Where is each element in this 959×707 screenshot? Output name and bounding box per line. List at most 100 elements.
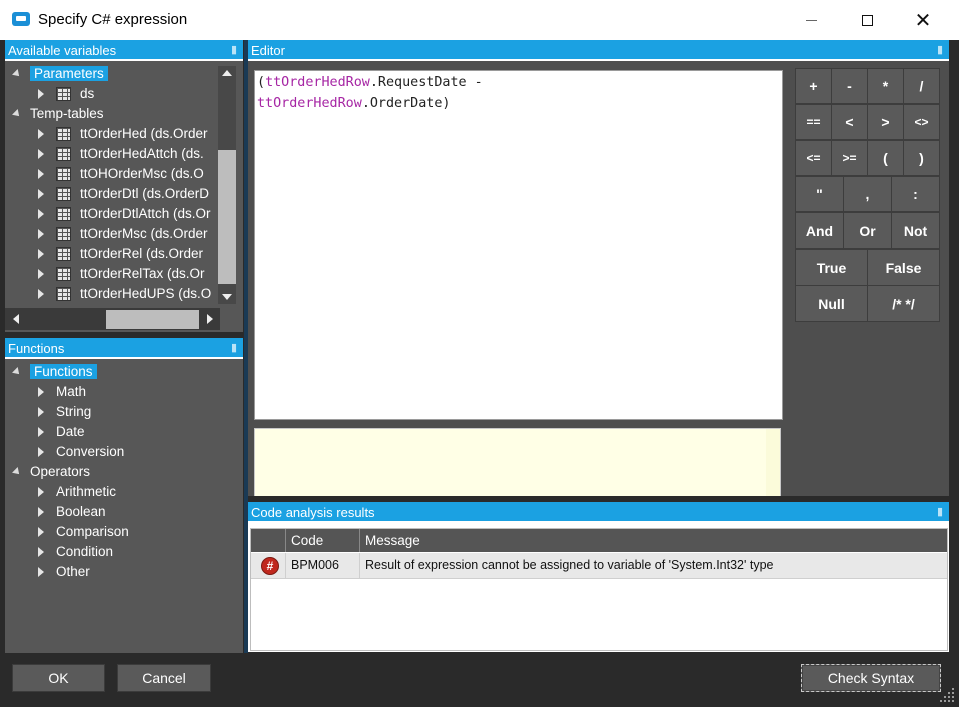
- tree-node-temp-table[interactable]: ttOrderMsc (ds.Order: [38, 224, 208, 244]
- not-button[interactable]: Not: [891, 212, 940, 249]
- tree-node-temp-table[interactable]: ttOrderRelTax (ds.Or: [38, 264, 205, 284]
- expanded-icon: [12, 467, 22, 478]
- expanded-icon: [12, 109, 22, 120]
- tree-node-other[interactable]: Other: [38, 562, 90, 582]
- code-token: (: [257, 75, 266, 90]
- functions-title: Functions: [8, 341, 65, 356]
- tree-node-label: String: [56, 404, 92, 419]
- less-than-button[interactable]: <: [831, 104, 868, 140]
- resize-grip-icon[interactable]: [940, 688, 956, 704]
- minus-button[interactable]: -: [831, 68, 868, 104]
- tree-node-arithmetic[interactable]: Arithmetic: [38, 482, 116, 502]
- pin-icon[interactable]: ▮: [937, 40, 943, 61]
- tree-node-string[interactable]: String: [38, 402, 91, 422]
- code-analysis-title: Code analysis results: [251, 505, 375, 520]
- greater-or-equal-button[interactable]: >=: [831, 140, 868, 176]
- greater-than-button[interactable]: >: [867, 104, 904, 140]
- pin-icon[interactable]: ▮: [231, 40, 237, 61]
- less-or-equal-button[interactable]: <=: [795, 140, 832, 176]
- false-button[interactable]: False: [867, 249, 940, 286]
- equals-button[interactable]: ==: [795, 104, 832, 140]
- comment-button[interactable]: /* */: [867, 285, 940, 322]
- maximize-button[interactable]: [839, 0, 895, 40]
- open-paren-button[interactable]: (: [867, 140, 904, 176]
- close-paren-button[interactable]: ): [903, 140, 940, 176]
- functions-panel: Functions ▮ Functions Math String Date C…: [5, 338, 243, 653]
- expanded-icon: [12, 367, 22, 378]
- collapsed-icon: [38, 129, 44, 140]
- scroll-right-icon[interactable]: [207, 314, 213, 324]
- tree-node-label: Math: [56, 384, 87, 399]
- table-icon: [56, 147, 71, 162]
- tree-node-temp-table[interactable]: ttOrderDtlAttch (ds.Or: [38, 204, 211, 224]
- null-button[interactable]: Null: [795, 285, 868, 322]
- tree-node-math[interactable]: Math: [38, 382, 86, 402]
- multiply-button[interactable]: *: [867, 68, 904, 104]
- tree-node-label: Date: [56, 424, 85, 439]
- quote-button[interactable]: ": [795, 176, 844, 212]
- horizontal-scrollbar-thumb[interactable]: [106, 310, 199, 329]
- tree-node-label: ttOrderRelTax (ds.Or: [80, 266, 205, 281]
- scroll-left-icon[interactable]: [13, 314, 19, 324]
- available-variables-panel: Available variables ▮ Parameters ds Temp…: [5, 40, 243, 332]
- cancel-button[interactable]: Cancel: [117, 664, 211, 692]
- ok-button[interactable]: OK: [12, 664, 105, 692]
- colon-button[interactable]: :: [891, 176, 940, 212]
- tree-node-date[interactable]: Date: [38, 422, 85, 442]
- tree-node-temp-table[interactable]: ttOrderRel (ds.Order: [38, 244, 203, 264]
- tree-node-condition[interactable]: Condition: [38, 542, 113, 562]
- tree-node-operators[interactable]: Operators: [12, 462, 90, 482]
- pin-icon[interactable]: ▮: [937, 502, 943, 523]
- pin-icon[interactable]: ▮: [231, 338, 237, 359]
- collapsed-icon: [38, 547, 44, 558]
- table-icon: [56, 247, 71, 262]
- column-header-code[interactable]: Code: [285, 529, 359, 552]
- column-header-message[interactable]: Message: [359, 529, 947, 552]
- tree-node-ds[interactable]: ds: [38, 84, 94, 104]
- code-line-1: (ttOrderHedRow.RequestDate -: [257, 72, 780, 93]
- tree-node-functions[interactable]: Functions: [12, 362, 97, 382]
- code-token: .OrderDate): [361, 96, 451, 111]
- table-row[interactable]: # BPM006 Result of expression cannot be …: [251, 553, 947, 579]
- tree-node-parameters[interactable]: Parameters: [12, 64, 108, 84]
- expression-editor[interactable]: (ttOrderHedRow.RequestDate - ttOrderHedR…: [254, 70, 783, 420]
- plus-button[interactable]: +: [795, 68, 832, 104]
- collapsed-icon: [38, 249, 44, 260]
- collapsed-icon: [38, 169, 44, 180]
- and-button[interactable]: And: [795, 212, 844, 249]
- table-icon: [56, 87, 71, 102]
- code-analysis-header: Code analysis results ▮: [248, 502, 949, 523]
- tree-node-boolean[interactable]: Boolean: [38, 502, 106, 522]
- tree-node-temp-table[interactable]: ttOrderHed (ds.Order: [38, 124, 208, 144]
- minimize-button[interactable]: [783, 0, 839, 40]
- collapsed-icon: [38, 487, 44, 498]
- collapsed-icon: [38, 427, 44, 438]
- code-identifier: ttOrderHedRow: [257, 96, 362, 111]
- collapsed-icon: [38, 149, 44, 160]
- editor-title: Editor: [251, 43, 285, 58]
- tree-node-temp-table[interactable]: ttOrderHedAttch (ds.: [38, 144, 204, 164]
- tree-node-temp-table[interactable]: ttOrderHedUPS (ds.O: [38, 284, 211, 304]
- comma-button[interactable]: ,: [843, 176, 892, 212]
- not-equal-button[interactable]: <>: [903, 104, 940, 140]
- result-message: Result of expression cannot be assigned …: [359, 553, 947, 579]
- collapsed-icon: [38, 89, 44, 100]
- check-syntax-button[interactable]: Check Syntax: [801, 664, 941, 692]
- tree-node-temp-tables[interactable]: Temp-tables: [12, 104, 104, 124]
- true-button[interactable]: True: [795, 249, 868, 286]
- scroll-down-icon[interactable]: [222, 294, 232, 300]
- maximize-icon: [861, 14, 873, 26]
- scroll-up-icon[interactable]: [222, 70, 232, 76]
- tree-node-comparison[interactable]: Comparison: [38, 522, 129, 542]
- divide-button[interactable]: /: [903, 68, 940, 104]
- result-code: BPM006: [285, 553, 359, 579]
- close-button[interactable]: ✕: [895, 0, 951, 40]
- table-icon: [56, 267, 71, 282]
- tree-node-conversion[interactable]: Conversion: [38, 442, 124, 462]
- tree-node-temp-table[interactable]: ttOrderDtl (ds.OrderD: [38, 184, 209, 204]
- vertical-scrollbar-thumb[interactable]: [218, 150, 236, 284]
- tree-node-temp-table[interactable]: ttOHOrderMsc (ds.O: [38, 164, 204, 184]
- error-icon: #: [261, 557, 279, 575]
- or-button[interactable]: Or: [843, 212, 892, 249]
- title-bar: Specify C# expression ✕: [0, 0, 959, 40]
